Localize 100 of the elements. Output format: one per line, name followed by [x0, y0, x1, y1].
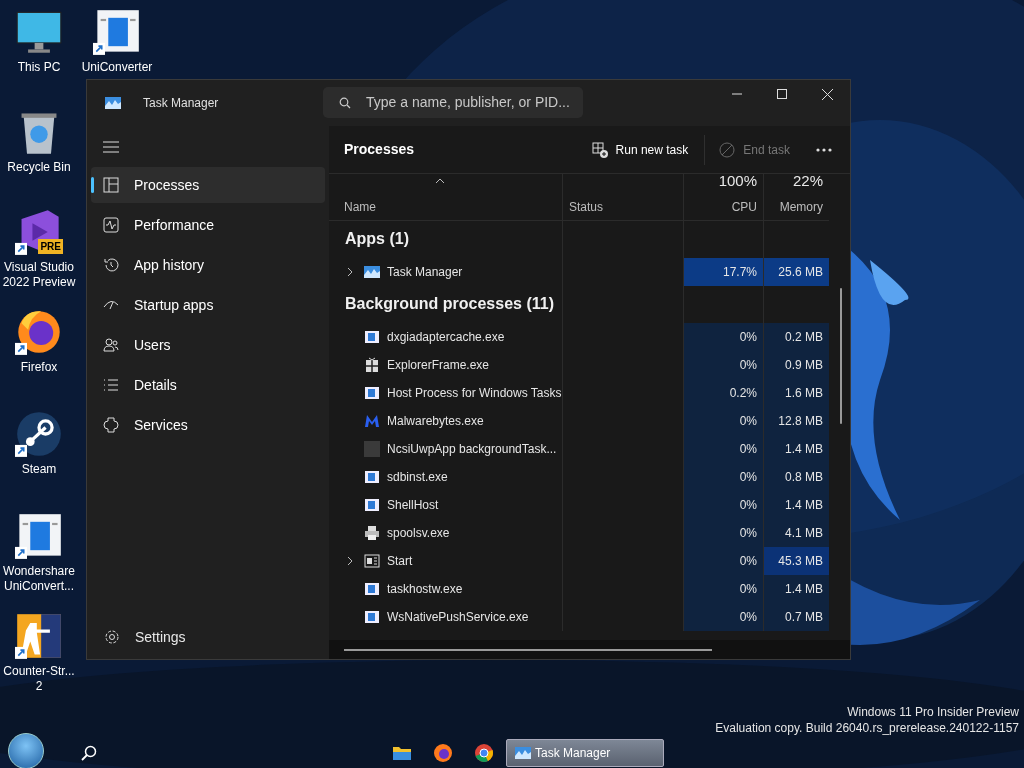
memory-cell: 0.7 MB	[763, 603, 829, 631]
chrome-icon[interactable]	[474, 743, 494, 763]
search-icon	[339, 96, 351, 109]
steam-icon[interactable]	[15, 410, 63, 458]
run-task-icon	[591, 141, 608, 158]
search-field[interactable]: Type a name, publisher, or PID...	[323, 87, 583, 118]
cpu-cell: 0.2%	[683, 379, 763, 407]
cpu-cell: 0%	[683, 519, 763, 547]
desktop-icon-label[interactable]: Wondershare UniConvert...	[0, 564, 78, 594]
process-name[interactable]: WsNativePushService.exe	[387, 608, 529, 626]
app-icon	[105, 97, 121, 109]
evaluation-notice: Windows 11 Pro Insider Preview	[847, 704, 1019, 720]
process-icon	[364, 357, 380, 373]
sidebar-item[interactable]: Details	[91, 367, 325, 403]
memory-cell: 0.2 MB	[763, 323, 829, 351]
close-icon	[821, 88, 833, 100]
sidebar-item[interactable]: Processes	[91, 167, 325, 203]
users-icon	[103, 337, 119, 353]
memory-cell: 12.8 MB	[763, 407, 829, 435]
memory-cell: 4.1 MB	[763, 519, 829, 547]
page-title: Processes	[344, 140, 415, 159]
cpu-cell: 0%	[683, 407, 763, 435]
firefox-icon[interactable]	[15, 308, 63, 356]
desktop-icon-label[interactable]: This PC	[17, 60, 61, 75]
settings-icon	[104, 629, 120, 645]
group-header[interactable]: Background processes (11)	[329, 292, 562, 323]
more-icon	[816, 147, 832, 152]
process-icon	[364, 609, 380, 625]
details-icon	[103, 377, 119, 393]
process-icon	[364, 525, 380, 541]
desktop-icon-label[interactable]: UniConverter	[81, 60, 153, 75]
cpu-cell: 0%	[683, 435, 763, 463]
cpu-cell: 17.7%	[683, 258, 763, 286]
process-name[interactable]: Malwarebytes.exe	[387, 412, 484, 430]
maximize-icon	[777, 89, 787, 99]
sidebar-item[interactable]: Startup apps	[91, 287, 325, 323]
desktop-icon-label[interactable]: Counter-Str... 2	[0, 664, 78, 694]
column-total: 100%	[718, 170, 757, 191]
search-icon[interactable]	[81, 745, 97, 761]
doc-icon[interactable]	[93, 8, 141, 56]
cpu-cell: 0%	[683, 463, 763, 491]
doc-icon[interactable]	[15, 512, 63, 560]
taskbar-button[interactable]: Task Manager	[506, 739, 664, 767]
process-icon	[364, 469, 380, 485]
expand-chevron-icon[interactable]	[346, 556, 354, 566]
memory-cell: 1.4 MB	[763, 491, 829, 519]
process-icon	[364, 413, 380, 429]
evaluation-notice: Evaluation copy. Build 26040.rs_prerelease.240122-1157	[715, 720, 1019, 736]
memory-cell: 1.4 MB	[763, 435, 829, 463]
process-name[interactable]: ExplorerFrame.exe	[387, 356, 490, 374]
sidebar-item[interactable]: Performance	[91, 207, 325, 243]
cpu-cell: 0%	[683, 603, 763, 631]
process-name[interactable]: spoolsv.exe	[387, 524, 450, 542]
process-icon	[364, 497, 380, 513]
desktop-icon-label[interactable]: Visual Studio 2022 Preview	[0, 260, 78, 290]
cpu-cell: 0%	[683, 323, 763, 351]
run-new-task-button[interactable]: Run new task	[583, 133, 697, 166]
sidebar-item[interactable]: Users	[91, 327, 325, 363]
cpu-cell: 0%	[683, 351, 763, 379]
process-name[interactable]: NcsiUwpApp backgroundTask...	[387, 440, 557, 458]
memory-cell: 1.6 MB	[763, 379, 829, 407]
performance-icon	[103, 217, 119, 233]
process-icon	[364, 329, 380, 345]
task-manager-icon	[515, 747, 531, 759]
group-header[interactable]: Apps (1)	[329, 227, 562, 258]
process-icon	[364, 441, 380, 457]
memory-cell: 45.3 MB	[763, 547, 829, 575]
cpu-cell: 0%	[683, 547, 763, 575]
process-icon	[364, 581, 380, 597]
cpu-cell: 0%	[683, 575, 763, 603]
process-name[interactable]: sdbinst.exe	[387, 468, 448, 486]
services-icon	[103, 417, 119, 433]
processes-icon	[103, 177, 119, 193]
settings-item[interactable]: Settings	[91, 619, 329, 655]
memory-cell: 0.8 MB	[763, 463, 829, 491]
column-header[interactable]: CPU	[731, 198, 757, 216]
desktop-icon-label[interactable]: Steam	[21, 462, 57, 477]
process-name[interactable]: Host Process for Windows Tasks	[387, 384, 562, 402]
history-icon	[103, 257, 119, 273]
process-name[interactable]: Task Manager	[387, 263, 463, 281]
desktop-icon-label[interactable]: Recycle Bin	[7, 160, 71, 175]
prohibited-icon	[719, 141, 736, 158]
cpu-cell: 0%	[683, 491, 763, 519]
menu-icon[interactable]	[103, 140, 121, 154]
column-header[interactable]: Status	[569, 198, 683, 216]
process-icon	[364, 385, 380, 401]
process-name[interactable]: taskhostw.exe	[387, 580, 463, 598]
expand-chevron-icon[interactable]	[346, 267, 354, 277]
sidebar-item[interactable]: Services	[91, 407, 325, 443]
firefox-icon[interactable]	[433, 743, 453, 763]
process-name[interactable]: dxgiadaptercache.exe	[387, 328, 505, 346]
memory-cell: 0.9 MB	[763, 351, 829, 379]
process-name[interactable]: ShellHost	[387, 496, 439, 514]
cs-icon[interactable]	[15, 612, 63, 660]
desktop-icon-label[interactable]: Firefox	[20, 360, 58, 375]
sidebar-item[interactable]: App history	[91, 247, 325, 283]
process-name[interactable]: Start	[387, 552, 413, 570]
column-header[interactable]: Name	[344, 198, 562, 216]
memory-cell: 25.6 MB	[763, 258, 829, 286]
column-header[interactable]: Memory	[779, 198, 823, 216]
